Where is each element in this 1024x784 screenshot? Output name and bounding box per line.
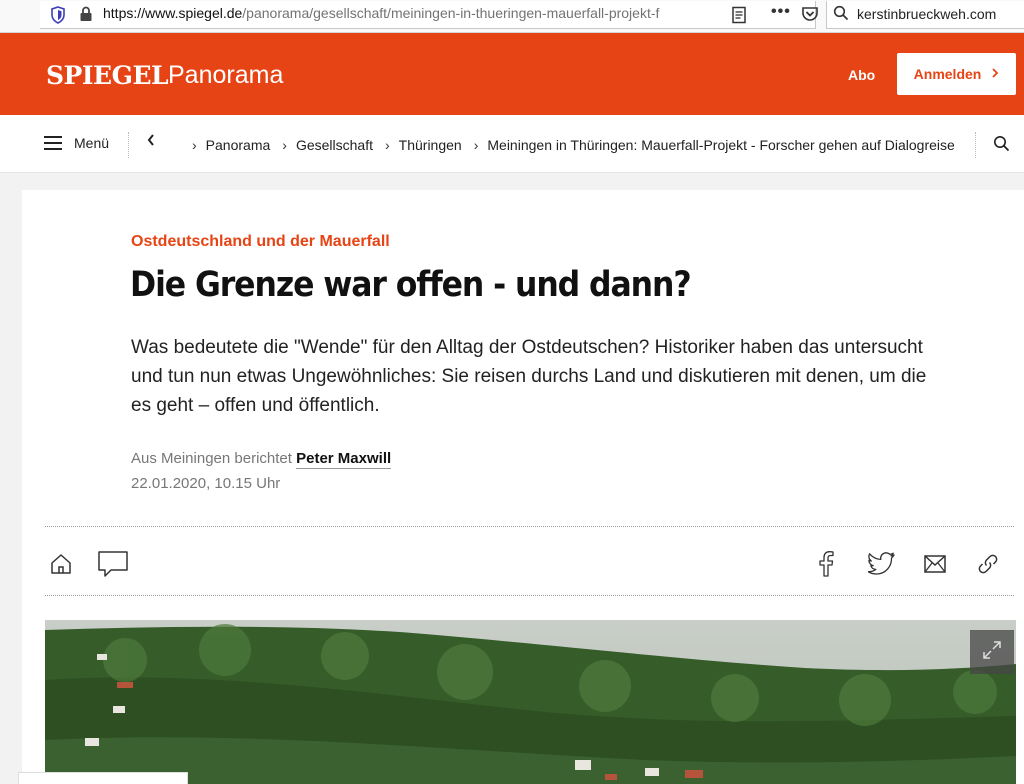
article-headline: Die Grenze war offen - und dann? <box>130 265 692 305</box>
site-header: SPIEGEL Panorama Abo Anmelden <box>0 33 1024 115</box>
hero-image[interactable] <box>45 620 1016 784</box>
login-label: Anmelden <box>913 66 982 82</box>
bottom-panel-tab <box>18 772 188 784</box>
search-icon[interactable] <box>993 135 1010 157</box>
divider <box>975 132 976 158</box>
home-icon[interactable] <box>49 552 73 581</box>
url-bar[interactable]: https://www.spiegel.de/panorama/gesellsc… <box>40 1 847 29</box>
expand-icon <box>981 639 1003 666</box>
breadcrumb-item-panorama[interactable]: › Panorama <box>192 137 282 153</box>
browser-toolbar: https://www.spiegel.de/panorama/gesellsc… <box>0 0 1024 33</box>
hero-photo <box>45 620 1016 784</box>
divider <box>45 526 1014 527</box>
spiegel-logo[interactable]: SPIEGEL <box>46 61 169 90</box>
section-title[interactable]: Panorama <box>168 61 283 90</box>
more-actions-icon[interactable]: ••• <box>771 3 791 21</box>
article-card: Ostdeutschland und der Mauerfall Die Gre… <box>22 190 1024 784</box>
url-text[interactable]: https://www.spiegel.de/panorama/gesellsc… <box>103 5 723 21</box>
breadcrumb-item-article[interactable]: › Meiningen in Thüringen: Mauerfall-Proje… <box>474 137 967 153</box>
byline: Aus Meiningen berichtet Peter Maxwill <box>131 450 392 469</box>
twitter-icon[interactable] <box>867 552 896 581</box>
lock-icon[interactable] <box>79 6 93 27</box>
login-button[interactable]: Anmelden <box>897 53 1016 95</box>
hamburger-icon <box>44 136 62 150</box>
breadcrumb-item-gesellschaft[interactable]: › Gesellschaft <box>282 137 385 153</box>
publish-date: 22.01.2020, 10.15 Uhr <box>131 475 281 492</box>
chevron-right-icon <box>991 66 999 82</box>
comment-icon[interactable] <box>97 550 129 583</box>
reader-view-icon[interactable] <box>731 6 747 29</box>
search-text: kerstinbrueckweh.com <box>857 6 997 22</box>
breadcrumb: › Panorama › Gesellschaft › Thüringen › Mein… <box>192 137 967 153</box>
article-teaser: Was bedeutete die "Wende" für den Alltag… <box>131 337 927 416</box>
divider <box>45 595 1014 596</box>
pocket-icon[interactable] <box>801 6 819 27</box>
article-kicker: Ostdeutschland und der Mauerfall <box>131 233 390 250</box>
chevron-left-icon[interactable] <box>146 133 156 152</box>
tracking-protection-icon[interactable] <box>50 6 66 29</box>
link-icon[interactable] <box>977 553 999 580</box>
byline-prefix: Aus Meiningen berichtet <box>131 450 292 467</box>
share-toolbar <box>45 550 1005 580</box>
abo-link[interactable]: Abo <box>848 67 875 83</box>
mail-icon[interactable] <box>923 554 947 579</box>
author-link[interactable]: Peter Maxwill <box>296 450 392 469</box>
browser-search-bar[interactable]: kerstinbrueckweh.com <box>826 1 1024 29</box>
breadcrumb-item-thueringen[interactable]: › Thüringen <box>385 137 474 153</box>
divider <box>128 132 129 158</box>
expand-image-button[interactable] <box>970 630 1014 674</box>
url-host: https://www.spiegel.de <box>103 5 243 21</box>
url-path: /panorama/gesellschaft/meiningen-in-thue… <box>242 5 660 21</box>
facebook-icon[interactable] <box>817 550 835 583</box>
menu-button[interactable]: Menü <box>44 135 109 151</box>
breadcrumb-nav: Menü › Panorama › Gesellschaft › Thüringen … <box>0 115 1024 173</box>
search-icon <box>833 5 849 26</box>
menu-label: Menü <box>74 135 110 151</box>
